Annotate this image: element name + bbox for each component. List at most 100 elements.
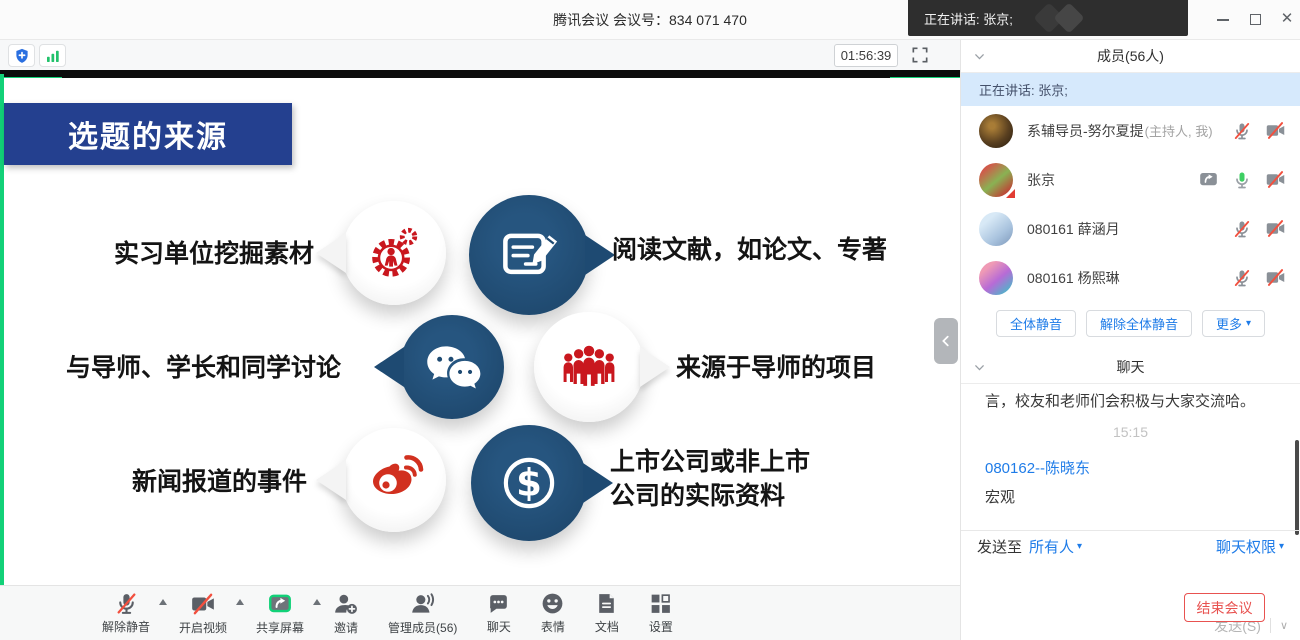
send-to-label: 发送至	[977, 536, 1022, 557]
member-name: 系辅导员-努尔夏提	[1027, 121, 1144, 141]
chevron-down-icon[interactable]	[973, 50, 986, 66]
slide-item-label: 上市公司或非上市 公司的实际资料	[610, 446, 810, 514]
minimize-button[interactable]	[1212, 10, 1234, 30]
chat-message: 言，校友和老师们会积极与大家交流哈。	[985, 390, 1255, 411]
chat-scrollbar[interactable]	[1295, 440, 1299, 535]
people-group-icon	[557, 342, 621, 392]
invite-icon	[333, 591, 359, 617]
speaking-banner: 正在讲话: 张京;	[961, 73, 1300, 106]
mic-muted-icon[interactable]	[1232, 219, 1252, 239]
avatar	[979, 261, 1013, 295]
slide-item-label: 与导师、学长和同学讨论	[66, 352, 341, 386]
close-button[interactable]: ✕	[1276, 8, 1298, 30]
minimize-icon	[1217, 19, 1229, 21]
gear-person-icon	[363, 222, 425, 284]
members-panel-header: 成员(56人)	[961, 40, 1300, 73]
caret-up-icon[interactable]	[313, 599, 321, 605]
wechat-icon	[419, 334, 485, 400]
mic-muted-icon[interactable]	[1232, 121, 1252, 141]
dollar-icon	[492, 446, 566, 520]
logo-icon	[1053, 2, 1084, 33]
mute-all-button[interactable]: 全体静音	[996, 310, 1076, 337]
bottom-toolbar: 解除静音 开启视频 共享屏幕 邀请 管理成员(56) 聊天 表情 文档	[0, 585, 960, 640]
chevron-left-icon	[939, 334, 953, 348]
screen-share-icon[interactable]	[1198, 169, 1219, 190]
chat-panel-header: 聊天	[961, 351, 1300, 384]
docs-button[interactable]: 文档	[594, 591, 619, 635]
camera-off-icon[interactable]	[1265, 267, 1286, 288]
settings-grid-icon	[648, 591, 673, 616]
slide-item-label: 实习单位挖掘素材	[114, 238, 314, 272]
member-role-suffix: (主持人, 我)	[1145, 121, 1213, 140]
slide-badge	[534, 312, 644, 422]
camera-off-icon[interactable]	[1265, 169, 1286, 190]
avatar	[979, 114, 1013, 148]
chat-button[interactable]: 聊天	[486, 591, 511, 635]
badge-tail	[374, 347, 404, 387]
meeting-timer: 01:56:39	[834, 44, 898, 67]
fullscreen-icon	[910, 45, 930, 65]
badge-tail	[583, 463, 613, 503]
mic-muted-icon[interactable]	[1232, 268, 1252, 288]
settings-button[interactable]: 设置	[648, 591, 673, 635]
slide-item-label: 新闻报道的事件	[132, 466, 307, 500]
send-options-caret-icon[interactable]: ∨	[1280, 619, 1288, 632]
fullscreen-button[interactable]	[910, 45, 930, 70]
member-row[interactable]: 080161 杨熙琳	[961, 253, 1300, 302]
member-row[interactable]: 系辅导员-努尔夏提 (主持人, 我)	[961, 106, 1300, 155]
camera-off-icon	[190, 591, 216, 617]
slide-item-label: 来源于导师的项目	[676, 352, 876, 386]
start-video-button[interactable]: 开启视频	[179, 591, 227, 636]
badge-tail	[640, 347, 670, 387]
member-name: 080161 杨熙琳	[1027, 268, 1120, 288]
member-actions-row: 全体静音 解除全体静音 更多 ▾	[961, 310, 1300, 338]
chevron-down-icon[interactable]	[973, 361, 986, 377]
member-name: 080161 薛涵月	[1027, 219, 1120, 239]
chat-sender: 080162--陈晓东	[985, 457, 1090, 478]
sidebar-collapse-handle[interactable]	[934, 318, 958, 364]
signal-bars-icon	[44, 47, 62, 65]
security-shield-button[interactable]	[8, 44, 35, 67]
member-row[interactable]: 080161 薛涵月	[961, 204, 1300, 253]
slide-badge	[342, 201, 446, 305]
slide-title-box: 选题的来源	[4, 103, 292, 165]
camera-off-icon[interactable]	[1265, 218, 1286, 239]
mic-active-icon[interactable]	[1232, 170, 1252, 190]
slide-item-label: 阅读文献，如论文、专著	[612, 234, 887, 268]
camera-off-icon[interactable]	[1265, 120, 1286, 141]
speaking-overlay-text: 正在讲话: 张京;	[924, 9, 1013, 28]
slide-badge	[471, 425, 587, 541]
manage-members-button[interactable]: 管理成员(56)	[388, 591, 457, 636]
shared-slide: 选题的来源 实习单位挖掘素材 阅读文献，如论文、专著 与导师、学长和同学讨论 来…	[4, 78, 960, 585]
slide-badge	[469, 195, 589, 315]
maximize-button[interactable]	[1244, 10, 1266, 30]
sidebar: 成员(56人) 正在讲话: 张京; 系辅导员-努尔夏提 (主持人, 我) 张京 …	[960, 40, 1300, 640]
emoji-icon	[540, 591, 565, 616]
invite-button[interactable]: 邀请	[333, 591, 359, 636]
weibo-icon	[362, 448, 426, 512]
unmute-button[interactable]: 解除静音	[102, 591, 150, 635]
share-screen-button[interactable]: 共享屏幕	[256, 591, 304, 636]
maximize-icon	[1250, 14, 1261, 25]
member-row[interactable]: 张京	[961, 155, 1300, 204]
badge-tail	[585, 235, 615, 275]
unmute-all-button[interactable]: 解除全体静音	[1086, 310, 1192, 337]
caret-down-icon: ▾	[1279, 541, 1284, 552]
send-to-dropdown[interactable]: 所有人 ▾	[1029, 536, 1082, 557]
chat-permission-dropdown[interactable]: 聊天权限 ▾	[1216, 536, 1284, 557]
caret-up-icon[interactable]	[159, 599, 167, 605]
end-meeting-button[interactable]: 结束会议	[1184, 593, 1265, 622]
presenter-flag-icon	[1006, 189, 1015, 198]
avatar	[979, 212, 1013, 246]
statusbar: 01:56:39	[0, 40, 960, 70]
caret-down-icon: ▾	[1077, 541, 1082, 552]
emoji-button[interactable]: 表情	[540, 591, 565, 635]
member-name: 张京	[1027, 170, 1055, 190]
members-icon	[410, 591, 436, 617]
network-status-button[interactable]	[39, 44, 66, 67]
chat-header-label: 聊天	[1117, 357, 1145, 377]
document-icon	[594, 591, 619, 616]
caret-up-icon[interactable]	[236, 599, 244, 605]
caret-down-icon: ▾	[1246, 318, 1251, 329]
more-button[interactable]: 更多 ▾	[1202, 310, 1265, 337]
